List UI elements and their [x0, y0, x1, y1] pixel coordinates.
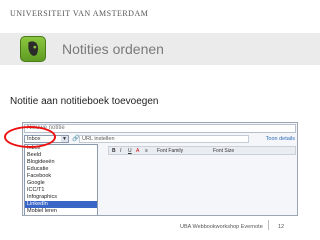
more-details-link[interactable]: Toon details — [266, 135, 295, 143]
url-field[interactable]: URL instellen — [79, 135, 249, 143]
footer-divider — [268, 220, 269, 230]
italic-button[interactable]: I — [120, 148, 121, 154]
note-toolbar: Inbox ▼ 🔗 URL instellen Toon details — [24, 135, 296, 143]
highlight-circle — [4, 126, 56, 148]
page-number: 12 — [278, 224, 285, 230]
font-family-select[interactable]: Font Family — [157, 148, 183, 154]
notebook-dropdown-list: Inbox Beeld Blogideeën Educatie Facebook Goog… — [24, 144, 98, 216]
notebook-option[interactable]: ICC/T1 — [25, 187, 97, 194]
notebook-option[interactable]: Mobiel leren — [25, 208, 97, 215]
slide-title: Notities ordenen — [62, 41, 164, 57]
text-color-button[interactable]: A — [136, 148, 139, 154]
evernote-icon — [20, 36, 46, 62]
notebook-option[interactable]: Werken 2.0 — [25, 215, 97, 216]
notebook-option[interactable]: Google — [25, 180, 97, 187]
university-name: UNIVERSITEIT VAN AMSTERDAM — [10, 8, 149, 18]
format-toolbar: B I U A ≡ Font Family Font Size — [108, 146, 296, 155]
underline-button[interactable]: U — [128, 148, 132, 154]
bold-button[interactable]: B — [112, 148, 116, 154]
evernote-screenshot: Nieuwe notitie Inbox ▼ 🔗 URL instellen T… — [22, 122, 298, 216]
notebook-option[interactable]: LinkedIn — [25, 201, 97, 208]
notebook-option[interactable]: Facebook — [25, 173, 97, 180]
chevron-down-icon[interactable]: ▼ — [61, 136, 68, 142]
notebook-option[interactable]: Infographics — [25, 194, 97, 201]
university-logo: UNIVERSITEIT VAN AMSTERDAM — [6, 6, 148, 20]
font-size-select[interactable]: Font Size — [213, 148, 234, 154]
notebook-option[interactable]: Blogideeën — [25, 159, 97, 166]
notebook-option[interactable]: Beeld — [25, 152, 97, 159]
notebook-option[interactable]: Educatie — [25, 166, 97, 173]
slide-subtitle: Notitie aan notitieboek toevoegen — [10, 96, 159, 107]
note-title-field[interactable]: Nieuwe notitie — [24, 124, 296, 133]
footer-label: UBA Webbookworkshop Evernote — [180, 224, 263, 230]
align-left-icon[interactable]: ≡ — [145, 148, 151, 154]
